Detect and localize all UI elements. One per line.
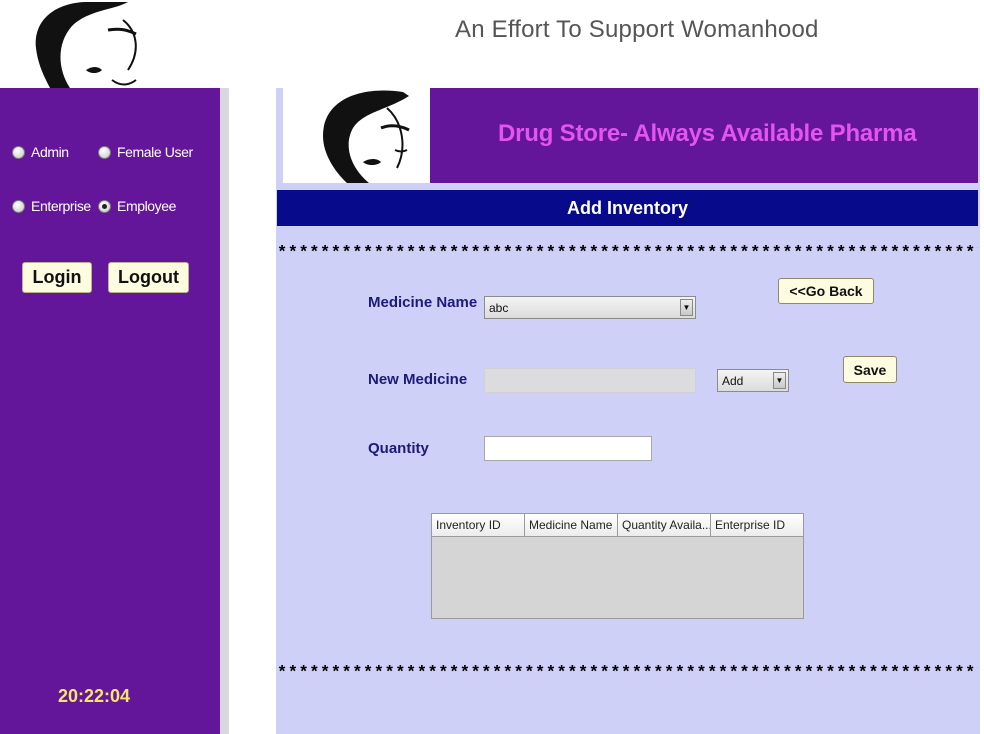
radio-icon [12,145,25,159]
separator-top: ****************************************… [277,244,978,263]
divider [220,88,229,734]
sidebar [0,88,220,734]
banner-logo-icon [283,88,430,183]
radio-icon [12,199,25,213]
separator-bottom: ****************************************… [277,664,978,683]
woman-face-logo-icon [28,0,148,88]
inventory-table[interactable]: Inventory ID Medicine Name Quantity Avai… [431,513,804,619]
add-select-value: Add [722,373,744,388]
column-header[interactable]: Inventory ID [432,514,525,536]
radio-employee-label: Employee [117,198,177,214]
add-select[interactable]: Add ▼ [717,369,789,392]
radio-enterprise[interactable]: Enterprise [12,198,91,214]
medicine-name-label: Medicine Name [368,294,478,311]
login-button[interactable]: Login [22,262,92,293]
quantity-label: Quantity [368,440,429,457]
radio-female-user[interactable]: Female User [98,144,193,160]
column-header[interactable]: Enterprise ID [711,514,803,536]
radio-icon [98,145,111,159]
tagline: An Effort To Support Womanhood [455,16,819,43]
radio-icon [98,199,111,213]
chevron-down-icon[interactable]: ▼ [773,372,786,389]
chevron-down-icon[interactable]: ▼ [680,299,693,316]
new-medicine-label: New Medicine [368,371,468,388]
radio-enterprise-label: Enterprise [31,198,91,214]
table-header: Inventory ID Medicine Name Quantity Avai… [432,514,803,537]
form-panel [276,88,980,734]
save-button[interactable]: Save [843,356,897,383]
page-title: Add Inventory [277,190,978,226]
radio-admin[interactable]: Admin [12,144,69,160]
radio-admin-label: Admin [31,144,69,160]
medicine-name-select[interactable]: abc ▼ [484,296,696,319]
column-header[interactable]: Medicine Name [525,514,618,536]
clock: 20:22:04 [58,686,131,706]
new-medicine-field[interactable] [484,368,696,393]
medicine-name-value: abc [489,300,509,315]
column-header[interactable]: Quantity Availa... [618,514,711,536]
radio-female-user-label: Female User [117,144,193,160]
radio-employee[interactable]: Employee [98,198,176,214]
banner-title: Drug Store- Always Available Pharma [498,120,917,147]
logout-button[interactable]: Logout [108,262,189,293]
go-back-button[interactable]: <<Go Back [778,278,874,304]
quantity-field[interactable] [484,436,652,461]
app-window: An Effort To Support Womanhood Admin Fem… [0,0,984,734]
